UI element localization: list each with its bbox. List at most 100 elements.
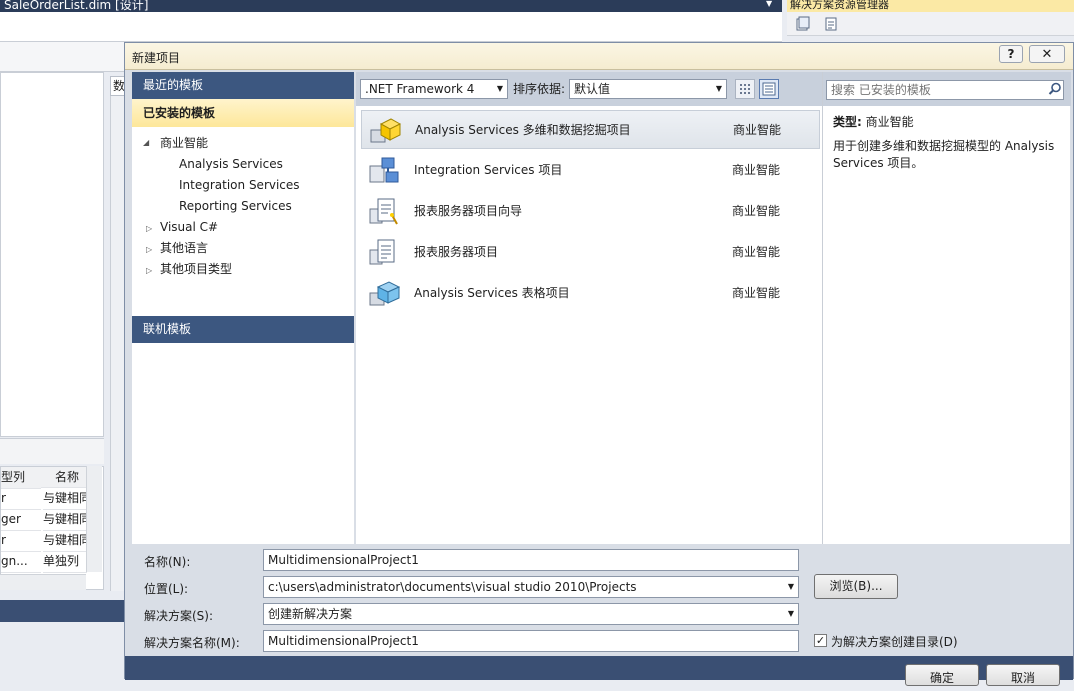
sort-select[interactable]: 默认值 ▼ [569, 79, 727, 99]
grid-header: 型列 [1, 467, 41, 489]
description-type: 类型: 商业智能 [833, 113, 914, 130]
dialog-title-bar[interactable]: 新建项目 ? ✕ [125, 43, 1073, 70]
details-view-button[interactable] [759, 79, 779, 99]
expanded-triangle-icon[interactable]: ◢ [143, 138, 149, 147]
solution-explorer-title: 解决方案资源管理器 [787, 0, 1074, 12]
ide-properties-header [0, 438, 104, 464]
create-directory-label[interactable]: 为解决方案创建目录(D) [831, 633, 958, 650]
template-type: 商业智能 [732, 286, 781, 300]
collapsed-triangle-icon[interactable]: ▷ [146, 245, 152, 254]
template-type: 商业智能 [732, 245, 781, 259]
template-name: 报表服务器项目 [414, 245, 499, 259]
grid-cell: r [1, 530, 41, 552]
location-combo[interactable]: c:\users\administrator\documents\visual … [263, 576, 799, 598]
ide-title: SaleOrderList.dim [设计] [4, 0, 149, 12]
grid-cell: ger [1, 509, 41, 531]
chevron-down-icon: ▼ [496, 84, 503, 93]
solution-select[interactable]: 创建新解决方案 ▼ [263, 603, 799, 625]
location-value: c:\users\administrator\documents\visual … [268, 580, 637, 594]
template-item[interactable]: Analysis Services 多维和数据挖掘项目 商业智能 [361, 110, 820, 149]
grid-horizontal-scrollbar[interactable] [0, 574, 86, 590]
properties-icon[interactable] [795, 16, 811, 32]
template-item[interactable]: Analysis Services 表格项目 商业智能 [361, 274, 820, 313]
grid-vertical-scrollbar[interactable] [86, 466, 102, 572]
template-toolbar: .NET Framework 4 ▼ 排序依据: 默认值 ▼ [356, 72, 822, 106]
collapsed-triangle-icon[interactable]: ▷ [146, 224, 152, 233]
nav-online-templates[interactable]: 联机模板 [132, 316, 354, 343]
template-description-panel: 类型: 商业智能 用于创建多维和数据挖掘模型的 Analysis Service… [822, 72, 1071, 544]
cancel-button[interactable]: 取消 [986, 664, 1060, 686]
tree-item-other-languages[interactable]: 其他语言 [160, 238, 208, 259]
tree-item-reporting-services[interactable]: Reporting Services [179, 196, 292, 217]
tree-item-visual-csharp[interactable]: Visual C# [160, 217, 218, 238]
template-type: 商业智能 [732, 163, 781, 177]
solution-name-input[interactable]: MultidimensionalProject1 [263, 630, 799, 652]
help-button[interactable]: ? [999, 45, 1023, 63]
ide-title-bar: SaleOrderList.dim [设计] [0, 0, 782, 12]
description-text: 用于创建多维和数据挖掘模型的 Analysis Services 项目。 [833, 139, 1055, 170]
report-wizard-icon [369, 198, 398, 225]
grid-cell: 与键相同 [43, 509, 87, 531]
grid-cell: 与键相同 [43, 488, 87, 510]
template-type: 商业智能 [733, 123, 782, 137]
new-project-dialog: 新建项目 ? ✕ 最近的模板 已安装的模板 ◢ 商业智能 Analysis Se… [124, 42, 1074, 686]
grid-cell: gn... [1, 551, 41, 573]
template-item[interactable]: Integration Services 项目 商业智能 [361, 151, 820, 190]
report-icon [369, 239, 395, 265]
template-name: Integration Services 项目 [414, 163, 563, 177]
solution-name-label: 解决方案名称(M): [144, 636, 240, 650]
dialog-title: 新建项目 [132, 51, 181, 65]
sort-label: 排序依据: [513, 82, 566, 96]
grid-cell: 单独列 [43, 551, 87, 573]
grid-cell: r [1, 488, 41, 510]
template-type: 商业智能 [732, 204, 781, 218]
chevron-down-icon: ▼ [715, 84, 722, 93]
search-icon[interactable] [1048, 82, 1062, 96]
tree-item-other-project-types[interactable]: 其他项目类型 [160, 259, 232, 280]
show-files-icon[interactable] [823, 16, 839, 32]
ok-button[interactable]: 确定 [905, 664, 979, 686]
name-input[interactable]: MultidimensionalProject1 [263, 549, 799, 571]
grid-view-icon [740, 84, 750, 94]
search-bar [823, 72, 1071, 106]
chevron-down-icon[interactable]: ▼ [766, 0, 776, 10]
description-type-label: 类型: [833, 115, 862, 129]
ide-toolbar [0, 12, 782, 42]
description-type-value: 商业智能 [865, 115, 914, 129]
name-label: 名称(N): [144, 555, 191, 569]
small-icons-view-button[interactable] [735, 79, 755, 99]
collapsed-triangle-icon[interactable]: ▷ [146, 266, 152, 275]
template-nav: 最近的模板 已安装的模板 ◢ 商业智能 Analysis Services In… [132, 72, 354, 544]
tree-item-analysis-services[interactable]: Analysis Services [179, 154, 283, 175]
location-label: 位置(L): [144, 582, 189, 596]
tree-item-business-intelligence[interactable]: 商业智能 [160, 133, 208, 154]
nav-installed-templates[interactable]: 已安装的模板 [132, 99, 354, 127]
template-item[interactable]: 报表服务器项目向导 商业智能 [361, 192, 820, 231]
ide-bottom-bar [0, 600, 125, 622]
solution-explorer-toolbar [787, 12, 1074, 36]
chevron-down-icon: ▼ [787, 609, 794, 618]
cube-icon [370, 118, 401, 143]
ide-left-strip [0, 42, 125, 72]
tree-item-integration-services[interactable]: Integration Services [179, 175, 300, 196]
sort-value: 默认值 [574, 82, 611, 96]
template-name: Analysis Services 表格项目 [414, 286, 570, 300]
ide-designer-pane [0, 72, 104, 437]
ide-bottom-area [0, 622, 125, 679]
template-item[interactable]: 报表服务器项目 商业智能 [361, 233, 820, 272]
create-directory-checkbox[interactable]: ✓ [814, 634, 827, 647]
nav-recent-templates[interactable]: 最近的模板 [132, 72, 354, 99]
solution-value: 创建新解决方案 [268, 607, 353, 621]
close-button[interactable]: ✕ [1029, 45, 1065, 63]
grid-cell: 与键相同 [43, 530, 87, 552]
template-list: Analysis Services 多维和数据挖掘项目 商业智能 Integra… [356, 106, 822, 544]
grid-header: 名称 [41, 467, 87, 488]
flow-icon [369, 157, 399, 183]
framework-select[interactable]: .NET Framework 4 ▼ [360, 79, 508, 99]
template-name: Analysis Services 多维和数据挖掘项目 [415, 123, 631, 137]
search-input[interactable] [826, 80, 1064, 100]
solution-label: 解决方案(S): [144, 609, 214, 623]
browse-button[interactable]: 浏览(B)... [814, 574, 898, 599]
list-view-icon [762, 82, 776, 96]
template-name: 报表服务器项目向导 [414, 204, 523, 218]
